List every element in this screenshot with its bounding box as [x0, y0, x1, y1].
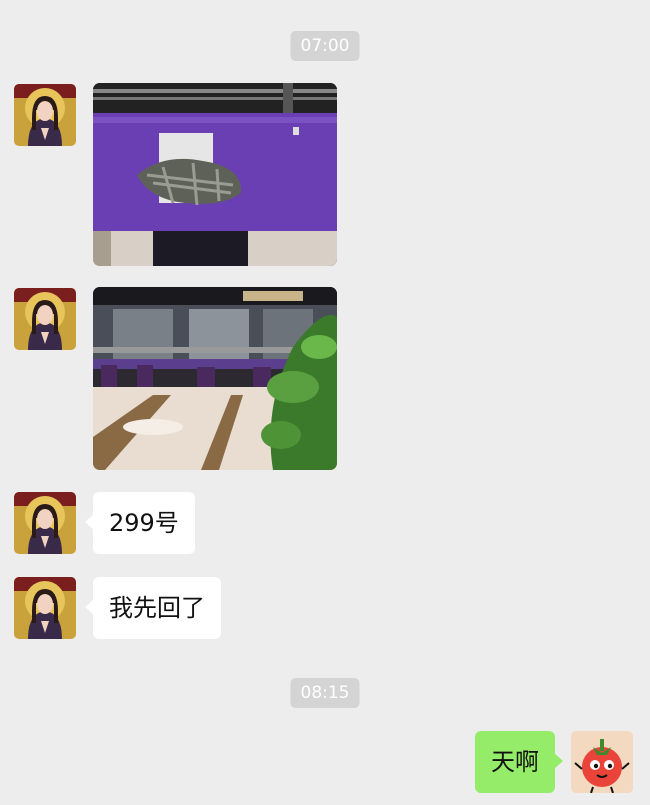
message-bubble[interactable]: 299号: [85, 492, 195, 554]
contact-avatar-icon: [14, 84, 76, 146]
tomato-cartoon-avatar-icon: [571, 731, 633, 793]
message-text: 我先回了: [109, 594, 205, 622]
contact-avatar[interactable]: [14, 577, 76, 639]
contact-avatar[interactable]: [14, 84, 76, 146]
contact-avatar[interactable]: [14, 288, 76, 350]
contact-avatar-icon: [14, 288, 76, 350]
contact-avatar[interactable]: [14, 492, 76, 554]
timestamp-0815: 08:15: [290, 678, 360, 708]
message-bubble[interactable]: 我先回了: [85, 577, 221, 639]
contact-avatar-icon: [14, 577, 76, 639]
self-avatar[interactable]: [571, 731, 633, 793]
message-text: 299号: [109, 509, 179, 537]
message-bubble-self[interactable]: 天啊: [475, 731, 563, 793]
lobby-with-chairs-and-plant-photo[interactable]: [93, 287, 337, 470]
message-text: 天啊: [491, 748, 539, 776]
contact-avatar-icon: [14, 492, 76, 554]
purple-counter-with-clothes-photo[interactable]: [93, 83, 337, 266]
timestamp-0700: 07:00: [290, 31, 360, 61]
